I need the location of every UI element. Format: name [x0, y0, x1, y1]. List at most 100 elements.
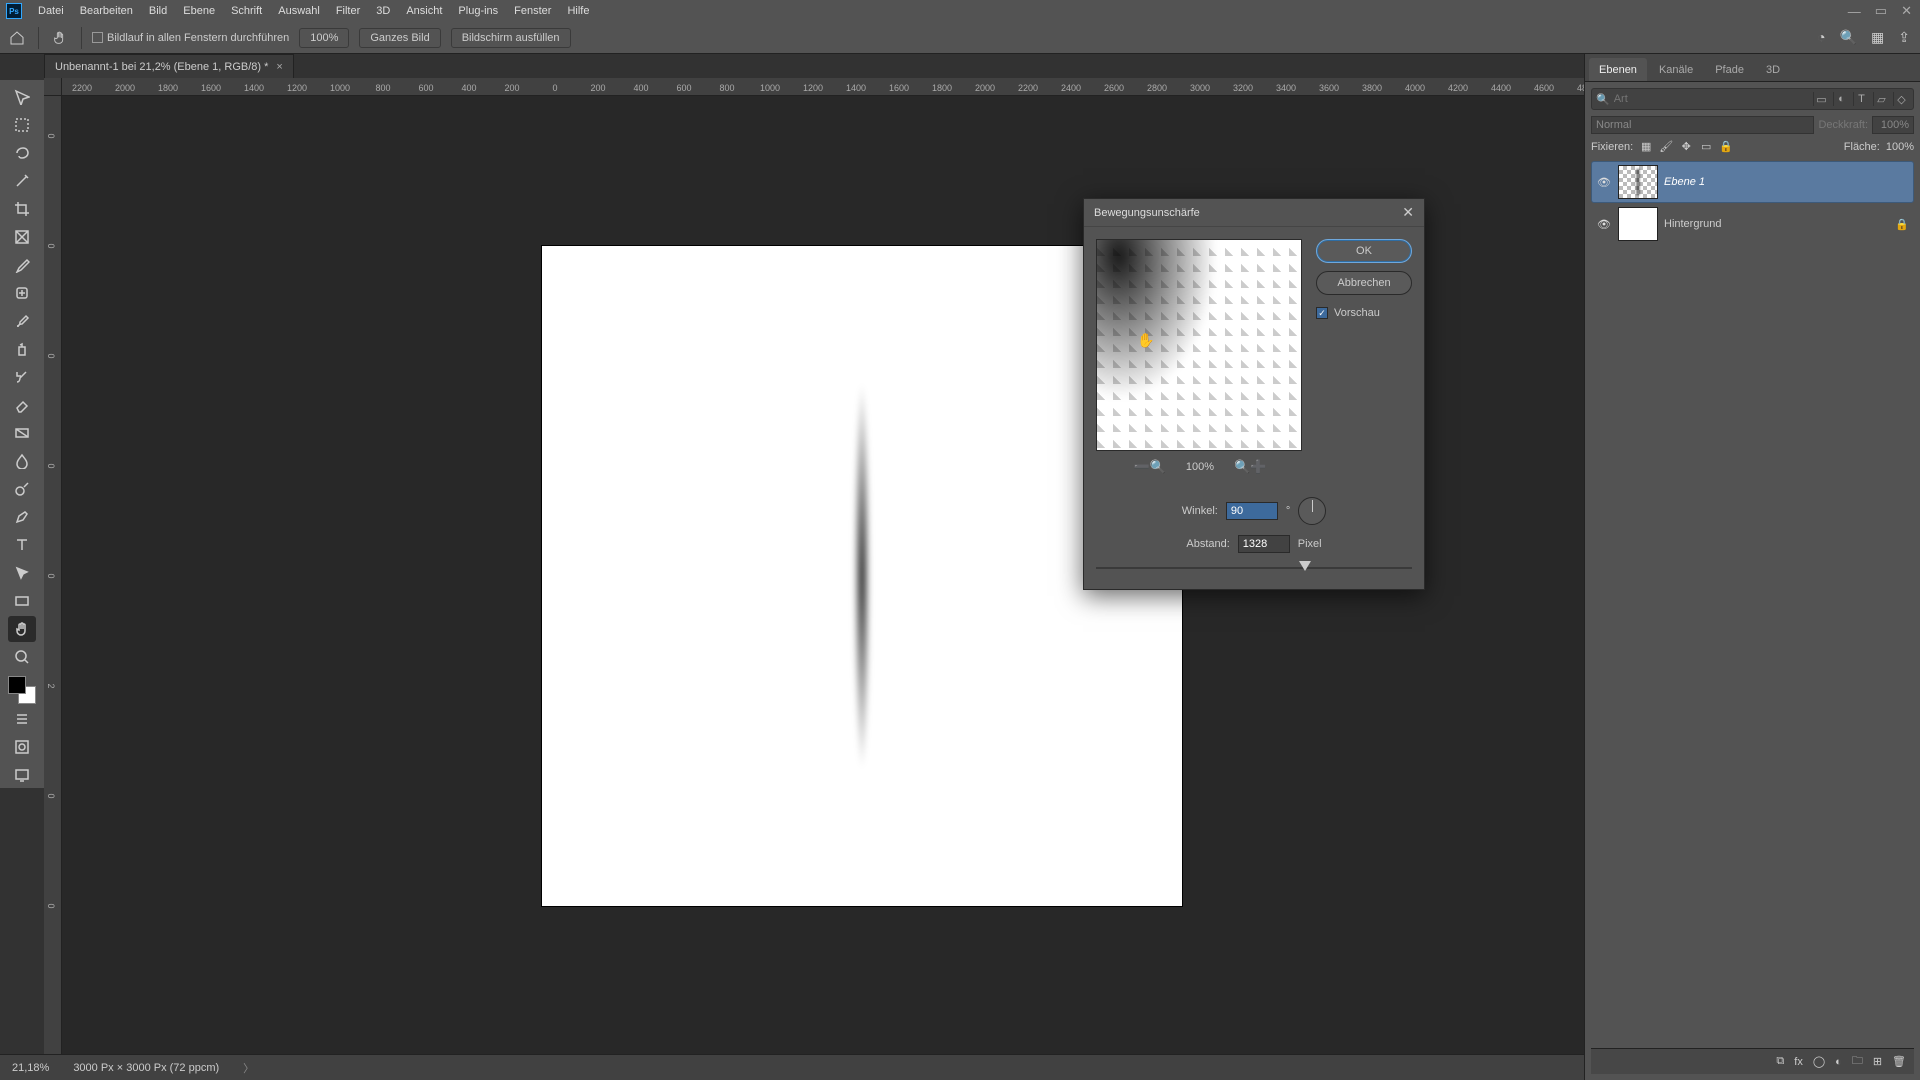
new-layer-icon[interactable]: ⊞: [1873, 1055, 1882, 1068]
gradient-tool[interactable]: [8, 420, 36, 446]
delete-layer-icon[interactable]: 🗑: [1892, 1055, 1906, 1068]
fill-value[interactable]: 100%: [1886, 141, 1914, 153]
path-select-tool[interactable]: [8, 560, 36, 586]
search-icon[interactable]: 🔍: [1840, 29, 1857, 46]
layer-row[interactable]: 👁Ebene 1: [1591, 161, 1914, 203]
document-tab[interactable]: Unbenannt-1 bei 21,2% (Ebene 1, RGB/8) *…: [44, 54, 294, 78]
group-icon[interactable]: 🗀: [1852, 1052, 1863, 1071]
cancel-button[interactable]: Abbrechen: [1316, 271, 1412, 295]
fit-screen-button[interactable]: Ganzes Bild: [359, 28, 440, 48]
ruler-origin[interactable]: [44, 78, 62, 96]
zoom-100-button[interactable]: 100%: [299, 28, 349, 48]
fg-color[interactable]: [8, 676, 26, 694]
lock-transparent-icon[interactable]: ▦: [1639, 140, 1653, 153]
angle-input[interactable]: 90: [1226, 502, 1278, 520]
hand-tool[interactable]: [8, 616, 36, 642]
scroll-all-windows-checkbox[interactable]: Bildlauf in allen Fenstern durchführen: [92, 32, 289, 44]
menu-item-filter[interactable]: Filter: [328, 5, 368, 17]
fill-screen-button[interactable]: Bildschirm ausfüllen: [451, 28, 571, 48]
zoom-out-icon[interactable]: ➖🔍: [1134, 459, 1166, 475]
menu-item-fenster[interactable]: Fenster: [506, 5, 559, 17]
menu-item-plug-ins[interactable]: Plug-ins: [450, 5, 506, 17]
layer-row[interactable]: 👁Hintergrund🔒: [1591, 203, 1914, 245]
edit-toolbar-tool[interactable]: [8, 706, 36, 732]
layer-filter-input[interactable]: [1614, 93, 1809, 105]
visibility-icon[interactable]: 👁: [1596, 218, 1612, 231]
layer-thumbnail[interactable]: [1618, 165, 1658, 199]
menu-item-bild[interactable]: Bild: [141, 5, 175, 17]
filter-adjust-icon[interactable]: ◐: [1833, 92, 1849, 106]
angle-dial[interactable]: [1298, 497, 1326, 525]
pen-tool[interactable]: [8, 504, 36, 530]
status-doc-info[interactable]: 3000 Px × 3000 Px (72 ppcm): [73, 1062, 219, 1074]
eraser-tool[interactable]: [8, 392, 36, 418]
filter-shape-icon[interactable]: ▱: [1873, 92, 1889, 106]
visibility-icon[interactable]: 👁: [1596, 176, 1612, 189]
minimize-icon[interactable]: —: [1848, 4, 1861, 19]
distance-input[interactable]: 1328: [1238, 535, 1290, 553]
ok-button[interactable]: OK: [1316, 239, 1412, 263]
healing-tool[interactable]: [8, 280, 36, 306]
lock-pixels-icon[interactable]: 🖌: [1659, 140, 1673, 153]
marquee-rect-tool[interactable]: [8, 112, 36, 138]
adjustment-icon[interactable]: ◐: [1835, 1056, 1842, 1068]
menu-item-auswahl[interactable]: Auswahl: [270, 5, 328, 17]
move-tool[interactable]: [8, 84, 36, 110]
menu-item-schrift[interactable]: Schrift: [223, 5, 270, 17]
zoom-in-icon[interactable]: 🔍➕: [1234, 459, 1266, 475]
zoom-tool[interactable]: [8, 644, 36, 670]
blend-mode-select[interactable]: Normal: [1591, 116, 1814, 134]
link-layers-icon[interactable]: ⧉: [1776, 1055, 1784, 1068]
ruler-horizontal[interactable]: 2200200018001600140012001000800600400200…: [62, 78, 1584, 96]
menu-item-hilfe[interactable]: Hilfe: [559, 5, 597, 17]
crop-tool[interactable]: [8, 196, 36, 222]
menu-item-ebene[interactable]: Ebene: [175, 5, 223, 17]
type-tool[interactable]: [8, 532, 36, 558]
layer-filter-bar[interactable]: 🔍 ▭ ◐ T ▱ ◇: [1591, 88, 1914, 110]
lasso-tool[interactable]: [8, 140, 36, 166]
hand-tool-icon[interactable]: [49, 27, 71, 49]
menu-item-bearbeiten[interactable]: Bearbeiten: [72, 5, 141, 17]
home-icon[interactable]: [6, 27, 28, 49]
slider-thumb[interactable]: [1299, 561, 1311, 571]
eyedropper-tool[interactable]: [8, 252, 36, 278]
quick-mask-tool[interactable]: [8, 734, 36, 760]
filter-pixel-icon[interactable]: ▭: [1813, 92, 1829, 106]
layer-thumbnail[interactable]: [1618, 207, 1658, 241]
cloud-docs-icon[interactable]: ◔: [1817, 29, 1825, 46]
lock-all-icon[interactable]: 🔒: [1719, 140, 1733, 153]
history-brush-tool[interactable]: [8, 364, 36, 390]
mask-icon[interactable]: ◯: [1813, 1055, 1825, 1068]
maximize-icon[interactable]: ▭: [1875, 3, 1887, 19]
opacity-value[interactable]: 100%: [1872, 116, 1914, 134]
workspace-icon[interactable]: ▦: [1871, 29, 1884, 46]
preview-checkbox[interactable]: ✓ Vorschau: [1316, 307, 1412, 319]
color-swatches[interactable]: [8, 676, 36, 704]
screen-mode-tool[interactable]: [8, 762, 36, 788]
lock-position-icon[interactable]: ✥: [1679, 140, 1693, 153]
layer-name[interactable]: Hintergrund: [1664, 218, 1889, 230]
menu-item-datei[interactable]: Datei: [30, 5, 72, 17]
menu-item-3d[interactable]: 3D: [368, 5, 398, 17]
share-icon[interactable]: ⇪: [1898, 29, 1910, 46]
panel-tab-kanäle[interactable]: Kanäle: [1649, 58, 1703, 81]
filter-smart-icon[interactable]: ◇: [1893, 92, 1909, 106]
clone-tool[interactable]: [8, 336, 36, 362]
brush-tool[interactable]: [8, 308, 36, 334]
frame-tool[interactable]: [8, 224, 36, 250]
status-zoom[interactable]: 21,18%: [12, 1062, 49, 1074]
tab-close-icon[interactable]: ×: [276, 61, 282, 73]
rectangle-tool[interactable]: [8, 588, 36, 614]
blur-tool[interactable]: [8, 448, 36, 474]
filter-type-icon[interactable]: T: [1853, 92, 1869, 106]
fx-icon[interactable]: fx: [1794, 1056, 1803, 1068]
dialog-titlebar[interactable]: Bewegungsunschärfe ✕: [1084, 199, 1424, 227]
dialog-preview[interactable]: ✋: [1096, 239, 1302, 451]
dodge-tool[interactable]: [8, 476, 36, 502]
status-flyout-icon[interactable]: 〉: [243, 1060, 254, 1076]
close-icon[interactable]: ✕: [1901, 3, 1912, 19]
panel-tab-pfade[interactable]: Pfade: [1705, 58, 1754, 81]
menu-item-ansicht[interactable]: Ansicht: [398, 5, 450, 17]
lock-artboard-icon[interactable]: ▭: [1699, 140, 1713, 153]
magic-wand-tool[interactable]: [8, 168, 36, 194]
